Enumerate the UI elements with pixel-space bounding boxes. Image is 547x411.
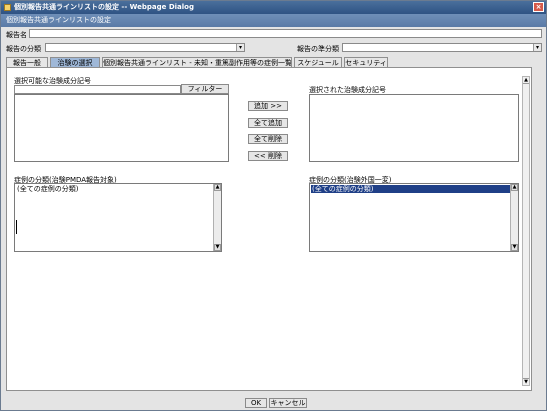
report-category-select[interactable]: ▾ bbox=[45, 43, 245, 52]
chevron-down-icon: ▾ bbox=[236, 44, 244, 51]
quasi-category-label: 報告の準分類 bbox=[297, 45, 339, 53]
available-list[interactable] bbox=[14, 94, 229, 162]
add-button[interactable]: 追加 >> bbox=[248, 101, 288, 111]
case-category-pmda-list[interactable]: (全ての症例の分類) ▲ ▼ bbox=[14, 183, 222, 252]
remove-button[interactable]: << 削除 bbox=[248, 151, 288, 161]
panel-scrollbar[interactable]: ▲ ▼ bbox=[522, 76, 530, 386]
selected-list[interactable] bbox=[309, 94, 519, 162]
window-title: 個別報告共通ラインリストの設定 -- Webpage Dialog bbox=[14, 3, 194, 11]
filter-input[interactable] bbox=[14, 85, 181, 94]
tab-panel: 選択可能な治験成分記号 フィルター 追加 >> 全て追加 全て削除 << 削除 … bbox=[6, 67, 532, 391]
scroll-up-icon[interactable]: ▲ bbox=[523, 77, 529, 84]
scroll-up-icon[interactable]: ▲ bbox=[511, 184, 518, 191]
dialog-window: 個別報告共通ラインリストの設定 -- Webpage Dialog × 個別報告… bbox=[0, 0, 547, 411]
filter-button[interactable]: フィルター bbox=[181, 84, 229, 94]
case-category-foreign-list[interactable]: (全ての症例の分類) ▲ ▼ bbox=[309, 183, 519, 252]
quasi-category-select[interactable]: ▾ bbox=[342, 43, 542, 52]
report-name-input[interactable] bbox=[29, 29, 542, 38]
title-bar: 個別報告共通ラインリストの設定 -- Webpage Dialog × bbox=[1, 1, 546, 14]
text-cursor bbox=[16, 220, 17, 234]
scrollbar[interactable]: ▲ ▼ bbox=[510, 184, 518, 251]
dialog-header: 個別報告共通ラインリストの設定 bbox=[1, 14, 546, 27]
dialog-subtitle: 個別報告共通ラインリストの設定 bbox=[6, 16, 111, 24]
scroll-down-icon[interactable]: ▼ bbox=[523, 378, 529, 385]
scroll-up-icon[interactable]: ▲ bbox=[214, 184, 221, 191]
dialog-footer: OK キャンセル bbox=[1, 394, 546, 410]
chevron-down-icon: ▾ bbox=[533, 44, 541, 51]
app-icon bbox=[4, 4, 11, 11]
scroll-down-icon[interactable]: ▼ bbox=[511, 244, 518, 251]
list-item[interactable]: (全ての症例の分類) bbox=[16, 185, 78, 193]
add-all-button[interactable]: 全て追加 bbox=[248, 118, 288, 128]
scrollbar[interactable]: ▲ ▼ bbox=[213, 184, 221, 251]
scroll-down-icon[interactable]: ▼ bbox=[214, 244, 221, 251]
remove-all-button[interactable]: 全て削除 bbox=[248, 134, 288, 144]
ok-button[interactable]: OK bbox=[245, 398, 267, 408]
list-item-selected[interactable]: (全ての症例の分類) bbox=[311, 185, 510, 193]
close-icon[interactable]: × bbox=[533, 2, 544, 12]
report-category-label: 報告の分類 bbox=[6, 45, 41, 53]
cancel-button[interactable]: キャンセル bbox=[269, 398, 307, 408]
report-name-label: 報告名 bbox=[6, 31, 27, 39]
